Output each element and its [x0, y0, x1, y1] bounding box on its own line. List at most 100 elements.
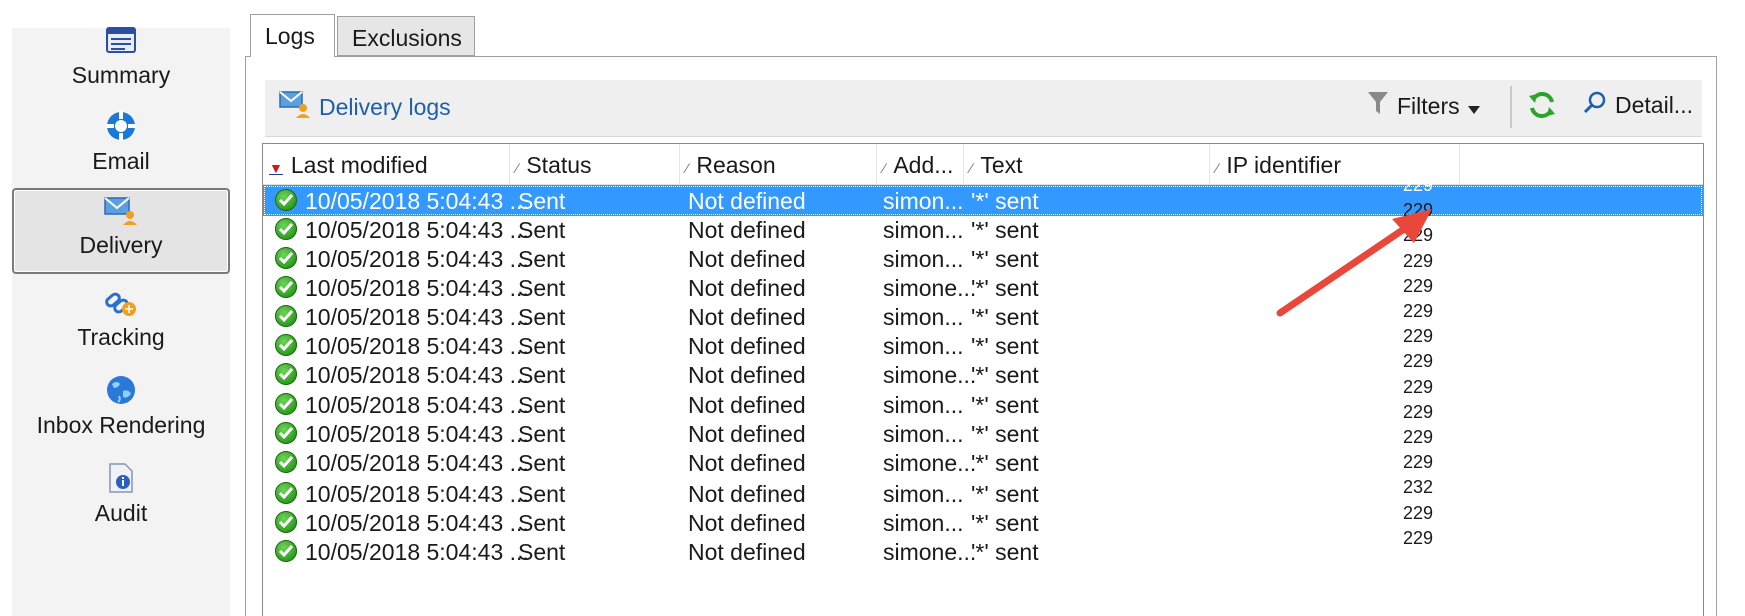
- cell-status: Sent: [518, 450, 566, 476]
- cell-address: simon...: [883, 304, 964, 330]
- table-row[interactable]: 10/05/2018 5:04:43 ... Sent Not defined sim…: [263, 447, 1703, 478]
- table-row[interactable]: 10/05/2018 5:04:43 ... Sent Not defined sim…: [263, 478, 1703, 509]
- tab-exclusions[interactable]: Exclusions: [337, 16, 475, 56]
- cell-last-modified: 10/05/2018 5:04:43 ...: [305, 481, 529, 507]
- table-row[interactable]: 10/05/2018 5:04:43 ... Sent Not defined sim…: [263, 301, 1703, 332]
- cell-address: simon...: [883, 188, 964, 214]
- table-row[interactable]: 10/05/2018 5:04:43 ... Sent Not defined sim…: [263, 330, 1703, 361]
- refresh-button[interactable]: [1527, 90, 1557, 125]
- column-header-text[interactable]: ∕ Text: [964, 144, 1210, 184]
- check-circle-icon: [275, 305, 297, 327]
- cell-status: Sent: [518, 392, 566, 418]
- sort-handle-icon: ∕: [883, 160, 886, 176]
- table-row[interactable]: 10/05/2018 5:04:43 ... Sent Not defined sim…: [263, 418, 1703, 449]
- ip-identifier-value: 229: [1402, 175, 1433, 195]
- sidebar-item-label: Audit: [94, 500, 148, 526]
- ip-identifier-value: 229: [1402, 427, 1433, 447]
- cell-reason: Not defined: [688, 217, 806, 243]
- cell-reason: Not defined: [688, 392, 806, 418]
- check-circle-icon: [275, 422, 297, 444]
- check-circle-icon: [275, 334, 297, 356]
- cell-text: '*' sent: [971, 188, 1039, 214]
- check-circle-icon: [275, 363, 297, 385]
- cell-last-modified: 10/05/2018 5:04:43 ...: [305, 539, 529, 565]
- sort-handle-icon: ∕: [686, 160, 689, 176]
- filters-button[interactable]: Filters: [1367, 90, 1480, 122]
- sidebar-item-audit[interactable]: Audit: [12, 458, 230, 548]
- cell-status: Sent: [518, 333, 566, 359]
- toolbar: Delivery logs Filters Detail...: [265, 80, 1702, 137]
- cell-status: Sent: [518, 362, 566, 388]
- sidebar-item-summary[interactable]: Summary: [12, 20, 230, 110]
- sidebar-item-label: Inbox Rendering: [36, 412, 206, 438]
- sidebar-item-label: Delivery: [79, 232, 163, 258]
- ip-identifier-value: 232: [1402, 477, 1433, 498]
- table-row[interactable]: 10/05/2018 5:04:43 ... Sent Not defined sim…: [263, 272, 1703, 303]
- cell-last-modified: 10/05/2018 5:04:43 ...: [305, 333, 529, 359]
- cell-text: '*' sent: [971, 275, 1039, 301]
- sidebar-item-label: Email: [92, 148, 150, 174]
- cell-last-modified: 10/05/2018 5:04:43 ...: [305, 275, 529, 301]
- table-row[interactable]: 10/05/2018 5:04:43 ... Sent Not defined sim…: [263, 214, 1703, 245]
- column-header-address[interactable]: ∕ Add...: [877, 144, 964, 184]
- cell-last-modified: 10/05/2018 5:04:43 ...: [305, 392, 529, 418]
- table-row[interactable]: 10/05/2018 5:04:43 ... Sent Not defined sim…: [263, 389, 1703, 420]
- cell-status: Sent: [518, 246, 566, 272]
- table-row[interactable]: 10/05/2018 5:04:43 ... Sent Not defined sim…: [263, 536, 1703, 567]
- sidebar-item-tracking[interactable]: Tracking: [12, 282, 230, 372]
- cell-status: Sent: [518, 217, 566, 243]
- tracking-icon: [101, 282, 141, 322]
- delivery-icon: [101, 190, 141, 230]
- ip-identifier-value: 229: [1402, 326, 1433, 347]
- sort-handle-icon: ∕: [516, 160, 519, 176]
- toolbar-title: Delivery logs: [319, 93, 451, 120]
- annotation-arrow-icon: [1276, 209, 1432, 317]
- cell-reason: Not defined: [688, 450, 806, 476]
- sidebar-item-delivery[interactable]: Delivery: [12, 188, 230, 274]
- check-circle-icon: [275, 451, 297, 473]
- cell-text: '*' sent: [971, 481, 1039, 507]
- cell-text: '*' sent: [971, 217, 1039, 243]
- cell-text: '*' sent: [971, 362, 1039, 388]
- cell-reason: Not defined: [688, 539, 806, 565]
- tab-logs[interactable]: Logs: [250, 14, 335, 57]
- cell-last-modified: 10/05/2018 5:04:43 ...: [305, 246, 529, 272]
- globe-icon: [101, 370, 141, 410]
- cell-last-modified: 10/05/2018 5:04:43 ...: [305, 450, 529, 476]
- refresh-icon: [1527, 91, 1557, 124]
- column-header-last-modified[interactable]: ▼ Last modified: [263, 144, 510, 184]
- cell-reason: Not defined: [688, 481, 806, 507]
- cell-reason: Not defined: [688, 304, 806, 330]
- detail-label: Detail...: [1615, 91, 1693, 118]
- sidebar-item-inbox-rendering[interactable]: Inbox Rendering: [12, 370, 230, 460]
- cell-address: simon...: [883, 510, 964, 536]
- sort-handle-icon: ∕: [1216, 160, 1219, 176]
- cell-status: Sent: [518, 275, 566, 301]
- cell-reason: Not defined: [688, 188, 806, 214]
- cell-reason: Not defined: [688, 421, 806, 447]
- check-circle-icon: [275, 511, 297, 533]
- delivery-logs-link[interactable]: Delivery logs: [279, 90, 451, 124]
- email-icon: [101, 106, 141, 146]
- ip-identifier-value: 229: [1402, 452, 1433, 473]
- column-header-status[interactable]: ∕ Status: [510, 144, 680, 184]
- summary-icon: [101, 20, 141, 60]
- ip-identifier-value: 229: [1402, 502, 1433, 523]
- cell-address: simon...: [883, 333, 964, 359]
- sidebar-item-email[interactable]: Email: [12, 106, 230, 196]
- table-row[interactable]: 10/05/2018 5:04:43 ... Sent Not defined sim…: [263, 359, 1703, 390]
- sort-handle-icon: ∕: [970, 160, 973, 176]
- ip-identifier-value: 229: [1402, 401, 1433, 422]
- cell-status: Sent: [518, 539, 566, 565]
- table-row[interactable]: 10/05/2018 5:04:43 ... Sent Not defined sim…: [263, 243, 1703, 274]
- table-row[interactable]: 10/05/2018 5:04:43 ... Sent Not defined sim…: [263, 507, 1703, 538]
- table-row[interactable]: 10/05/2018 5:04:43 ... Sent Not defined sim…: [263, 185, 1703, 216]
- sort-descending-icon: ▼: [269, 160, 283, 176]
- detail-button[interactable]: Detail...: [1583, 90, 1693, 120]
- column-header-reason[interactable]: ∕ Reason: [680, 144, 877, 184]
- cell-address: simone...: [883, 362, 977, 388]
- cell-address: simon...: [883, 421, 964, 447]
- cell-address: simon...: [883, 217, 964, 243]
- cell-last-modified: 10/05/2018 5:04:43 ...: [305, 362, 529, 388]
- cell-status: Sent: [518, 304, 566, 330]
